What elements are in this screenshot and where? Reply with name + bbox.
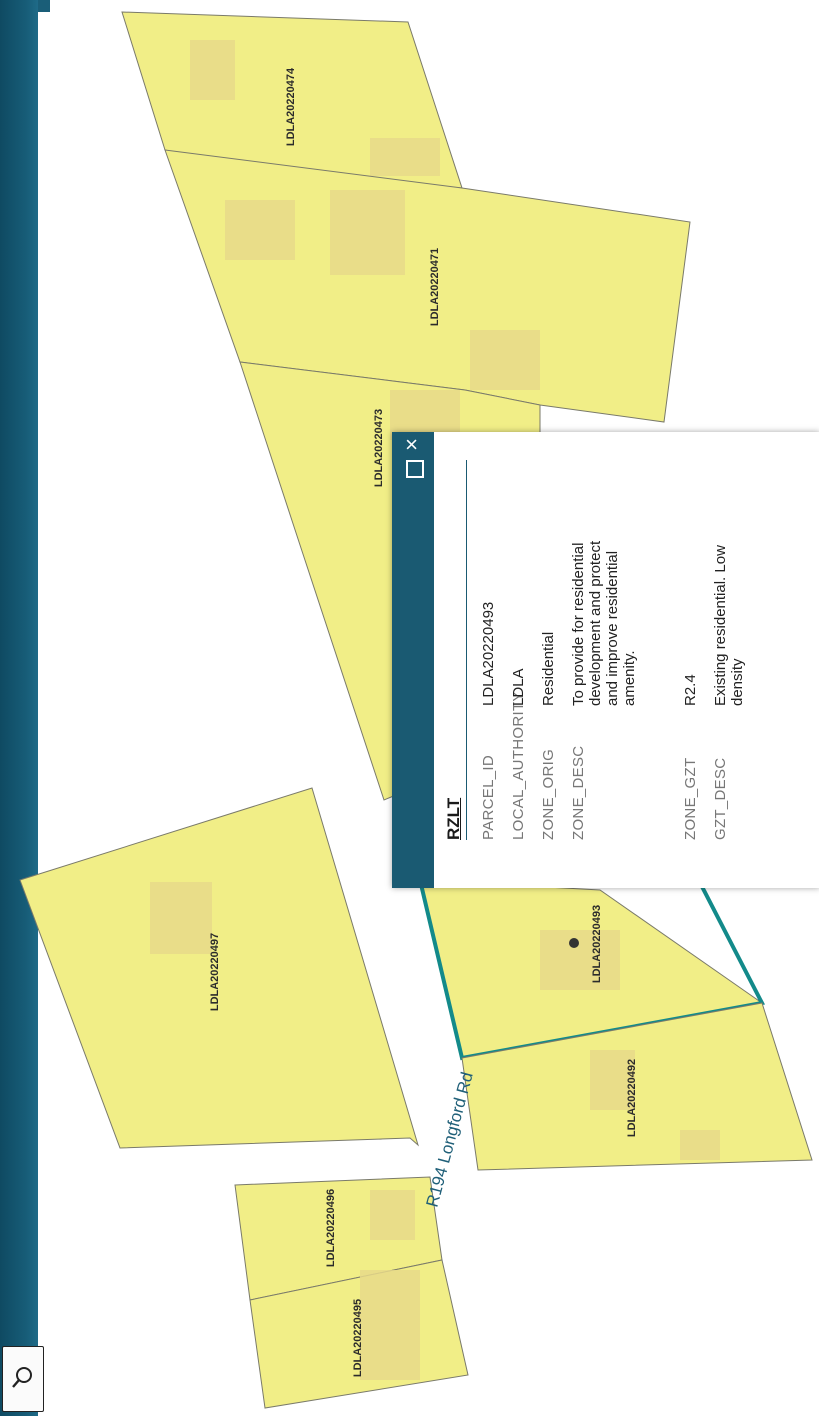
building-shape — [150, 882, 212, 954]
field-key: LOCAL_AUTHORITY — [510, 691, 527, 840]
building-shape — [330, 190, 405, 275]
field-value: To provide for residential development a… — [570, 540, 638, 706]
field-value: Existing residential. Low density — [712, 545, 746, 706]
parcel-label: LDLA20220495 — [352, 1299, 364, 1377]
field-value: LDLA20220493 — [480, 601, 497, 706]
parcel-label: LDLA20220473 — [373, 409, 385, 487]
building-shape — [470, 330, 540, 390]
field-value: R2.4 — [682, 674, 699, 706]
maximize-icon[interactable] — [406, 460, 424, 478]
selection-point — [569, 938, 579, 948]
feature-popup: × RZLT PARCEL_ID LDLA20220493 LOCAL_AUTH… — [392, 432, 819, 888]
field-key: PARCEL_ID — [480, 755, 497, 840]
building-shape — [360, 1270, 420, 1380]
parcel-label: LDLA20220497 — [209, 933, 221, 1011]
parcel-label: LDLA20220471 — [429, 248, 441, 326]
popup-divider — [466, 460, 467, 840]
building-shape — [190, 40, 235, 100]
parcel-label: LDLA20220474 — [285, 67, 297, 146]
close-icon[interactable]: × — [399, 438, 424, 451]
field-key: ZONE_DESC — [570, 745, 587, 840]
field-key: ZONE_ORIG — [540, 748, 557, 840]
parcel-label: LDLA20220496 — [325, 1189, 337, 1267]
field-value: Residential — [540, 631, 557, 706]
building-shape — [225, 200, 295, 260]
search-button[interactable] — [2, 1346, 44, 1412]
field-key: GZT_DESC — [712, 757, 729, 840]
search-icon — [12, 1367, 32, 1388]
building-shape — [540, 930, 620, 990]
building-shape — [680, 1130, 720, 1160]
building-shape — [370, 138, 440, 176]
field-value: LDLA — [510, 668, 527, 706]
popup-title[interactable]: RZLT — [444, 798, 464, 840]
building-shape — [370, 1190, 415, 1240]
parcel-label: LDLA20220493 — [591, 905, 603, 983]
field-key: ZONE_GZT — [682, 757, 699, 840]
popup-header: × — [392, 432, 434, 888]
parcel-label: LDLA20220492 — [626, 1059, 638, 1137]
